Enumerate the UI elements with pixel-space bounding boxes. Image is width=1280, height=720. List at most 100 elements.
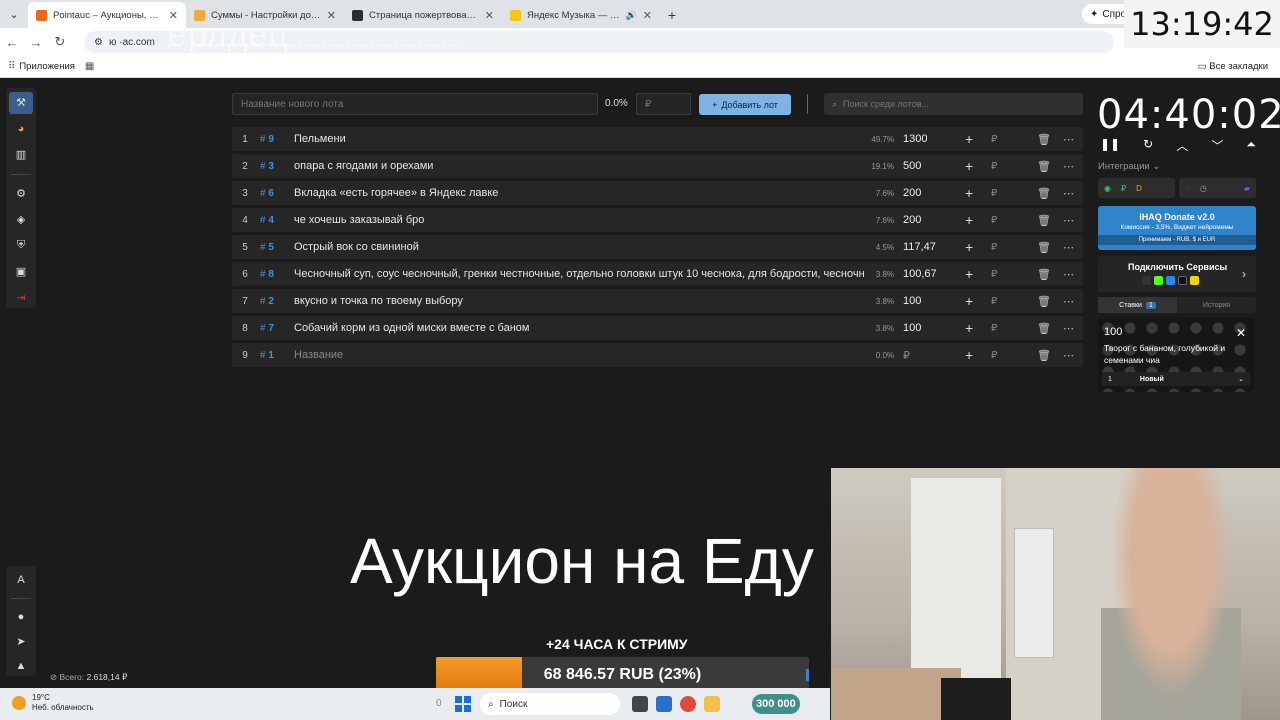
more-icon[interactable]: ⋯ <box>1063 322 1075 335</box>
trash-icon[interactable]: 🗑 <box>1037 133 1051 146</box>
browser-tab[interactable]: Яндекс Музыка — собира🔊✕ <box>502 2 660 28</box>
tab-search-icon[interactable]: ⌄ <box>0 0 28 28</box>
add-lot-button[interactable]: + Добавить лот <box>699 94 791 115</box>
connect-services-button[interactable]: Подключить Сервисы › <box>1098 256 1256 292</box>
lot-add-amount-input[interactable]: ₽ <box>991 350 997 361</box>
more-icon[interactable]: ⋯ <box>1063 295 1075 308</box>
new-tab-button[interactable]: + <box>660 2 684 28</box>
lot-add-amount-input[interactable]: ₽ <box>991 242 997 253</box>
lot-amount[interactable]: 100 <box>903 322 921 334</box>
twitch-icon[interactable]: ▲ <box>9 656 33 676</box>
github-icon[interactable]: ● <box>9 607 33 627</box>
tab-bids[interactable]: Ставки 1 <box>1098 297 1177 313</box>
integration-toggle-twitch[interactable]: ◌ ◷ ▰ <box>1179 178 1256 198</box>
trash-icon[interactable]: 🗑 <box>1037 349 1051 362</box>
lot-add-amount-input[interactable]: ₽ <box>991 161 997 172</box>
all-bookmarks[interactable]: ▭ Все закладки <box>1198 61 1268 72</box>
trash-icon[interactable]: 🗑 <box>1037 295 1051 308</box>
add-to-lot-icon[interactable]: + <box>965 266 973 282</box>
add-to-lot-icon[interactable]: + <box>965 185 973 201</box>
more-icon[interactable]: ⋯ <box>1063 268 1075 281</box>
chrome-icon[interactable] <box>680 696 696 712</box>
trash-icon[interactable]: 🗑 <box>1037 322 1051 335</box>
add-to-lot-icon[interactable]: + <box>965 347 973 363</box>
more-icon[interactable]: ⋯ <box>1063 349 1075 362</box>
site-info-icon[interactable]: ⚙ <box>94 37 103 48</box>
lot-name[interactable]: Название <box>294 349 864 361</box>
forward-icon[interactable]: → <box>24 35 48 50</box>
lot-amount[interactable]: 100 <box>903 295 921 307</box>
lot-name[interactable]: Пельмени <box>294 133 864 145</box>
browser-tab[interactable]: Страница пожертвований | D✕ <box>344 2 502 28</box>
add-to-lot-icon[interactable]: + <box>965 293 973 309</box>
taskbar-search[interactable]: ⌕ Поиск <box>480 693 620 715</box>
browser-tab[interactable]: Pointauc – Аукционы, лотереи✕ <box>28 2 186 28</box>
trash-icon[interactable]: 🗑 <box>1037 268 1051 281</box>
integrations-dropdown[interactable]: Интеграции ⌄ <box>1098 161 1160 172</box>
more-icon[interactable]: ⋯ <box>1063 160 1075 173</box>
bid-target-select[interactable]: 1 Новый ⌄ <box>1102 372 1250 386</box>
wheel-icon[interactable]: ◕ <box>9 118 33 140</box>
layers-icon[interactable]: ◈ <box>9 209 33 231</box>
more-icon[interactable]: ⋯ <box>1063 187 1075 200</box>
lot-row[interactable]: 6 # 8 Чесночный суп, соус чесночный, гренк… <box>232 262 1083 286</box>
trash-icon[interactable]: 🗑 <box>1037 160 1051 173</box>
store-icon[interactable] <box>656 696 672 712</box>
chevron-down-icon[interactable]: ﹀ <box>1211 137 1223 154</box>
close-tab-icon[interactable]: ✕ <box>485 9 494 22</box>
lot-row[interactable]: 4 # 4 че хочешь заказывай бро 7.6% 200 + ₽ 🗑 ⋯ <box>232 208 1083 232</box>
lot-name[interactable]: Вкладка «есть горячее» в Яндекс лавке <box>294 187 864 199</box>
lot-name[interactable]: вкусно и точка по твоему выбору <box>294 295 864 307</box>
lot-amount[interactable]: 200 <box>903 214 921 226</box>
add-to-lot-icon[interactable]: + <box>965 239 973 255</box>
logout-icon[interactable]: ⇥ <box>9 286 33 308</box>
explorer-icon[interactable] <box>704 696 720 712</box>
lot-amount[interactable]: 100,67 <box>903 268 937 280</box>
lot-amount[interactable]: ₽ <box>903 349 910 362</box>
gallery-icon[interactable]: ▣ <box>9 260 33 282</box>
tab-groups-icon[interactable]: ▦ <box>85 61 94 72</box>
lot-row[interactable]: 2 # 3 опара с ягодами и орехами 19.1% 500 + ₽ 🗑… <box>232 154 1083 178</box>
reset-icon[interactable]: ↻ <box>1143 137 1153 154</box>
close-icon[interactable]: ✕ <box>1236 326 1246 340</box>
lot-amount[interactable]: 1300 <box>903 133 927 145</box>
speaker-icon[interactable]: 🔊 <box>626 10 637 21</box>
lot-name[interactable]: опара с ягодами и орехами <box>294 160 864 172</box>
lot-row[interactable]: 9 # 1 Название 0.0% ₽ + ₽ 🗑 ⋯ <box>232 343 1083 367</box>
integration-toggle-donate[interactable]: ◉ ₽ D <box>1098 178 1175 198</box>
lot-amount[interactable]: 200 <box>903 187 921 199</box>
lot-add-amount-input[interactable]: ₽ <box>991 188 997 199</box>
back-icon[interactable]: ← <box>0 35 24 50</box>
reload-icon[interactable]: ↻ <box>48 34 72 50</box>
more-icon[interactable]: ⋯ <box>1063 214 1075 227</box>
lot-row[interactable]: 5 # 5 Острый вок со свининой 4.5% 117,47 + ₽ 🗑 ⋯ <box>232 235 1083 259</box>
close-tab-icon[interactable]: ✕ <box>327 9 336 22</box>
weather-widget[interactable]: 19°C Неб. облачность <box>12 693 94 713</box>
lot-add-amount-input[interactable]: ₽ <box>991 323 997 334</box>
settings-icon[interactable]: ⚙ <box>9 183 33 205</box>
more-icon[interactable]: ⋯ <box>1063 133 1075 146</box>
trash-icon[interactable]: 🗑 <box>1037 187 1051 200</box>
lot-add-amount-input[interactable]: ₽ <box>991 296 997 307</box>
new-lot-name-input[interactable] <box>232 93 598 115</box>
tab-history[interactable]: История <box>1177 297 1256 313</box>
add-to-lot-icon[interactable]: + <box>965 320 973 336</box>
telegram-icon[interactable]: ➤ <box>9 631 33 651</box>
shield-icon[interactable]: ⛨ <box>9 234 33 256</box>
add-to-lot-icon[interactable]: + <box>965 158 973 174</box>
task-view-icon[interactable] <box>632 696 648 712</box>
lot-row[interactable]: 3 # 6 Вкладка «есть горячее» в Яндекс лавк… <box>232 181 1083 205</box>
lot-add-amount-input[interactable]: ₽ <box>991 215 997 226</box>
trash-icon[interactable]: 🗑 <box>1037 241 1051 254</box>
bid-card[interactable]: 100 Творог с бананом, голубикой и семена… <box>1098 318 1254 392</box>
more-icon[interactable]: ⋯ <box>1063 241 1075 254</box>
close-tab-icon[interactable]: ✕ <box>643 9 652 22</box>
lot-name[interactable]: Чесночный суп, соус чесночный, гренки че… <box>294 268 864 280</box>
lot-name[interactable]: Собачий корм из одной миски вместе с бан… <box>294 322 864 334</box>
lot-name[interactable]: Острый вок со свининой <box>294 241 864 253</box>
translate-icon[interactable]: A <box>9 570 33 590</box>
lot-name[interactable]: че хочешь заказывай бро <box>294 214 864 226</box>
add-to-lot-icon[interactable]: + <box>965 131 973 147</box>
lot-row[interactable]: 1 # 9 Пельмени 49.7% 1300 + ₽ 🗑 ⋯ <box>232 127 1083 151</box>
stats-icon[interactable]: ▥ <box>9 144 33 166</box>
